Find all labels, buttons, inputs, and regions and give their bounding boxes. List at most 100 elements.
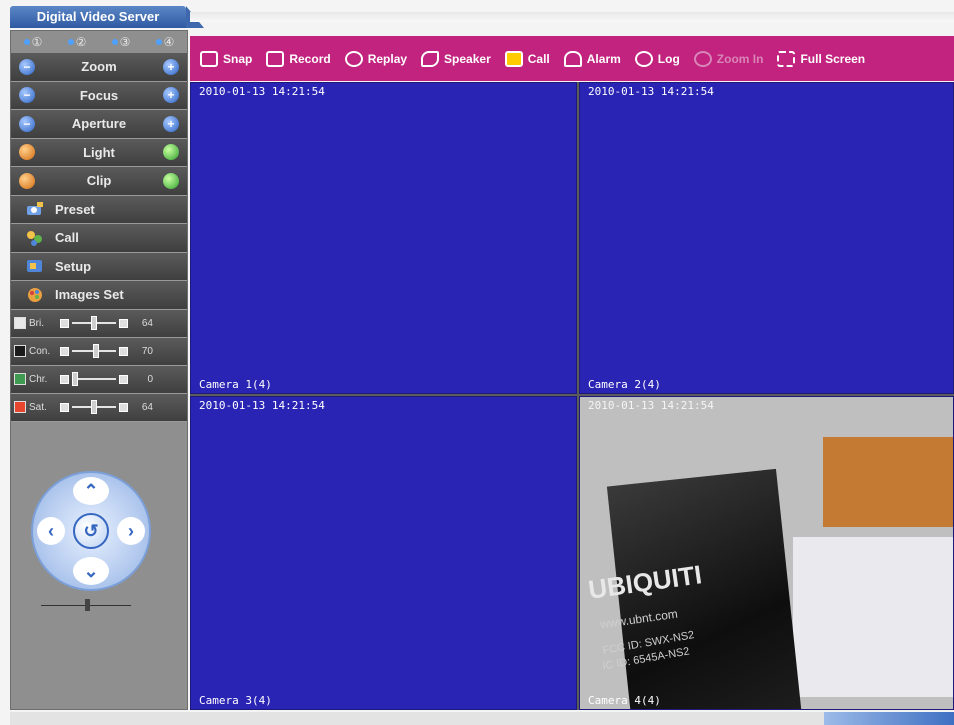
focus-label: Focus bbox=[79, 87, 119, 103]
increase-button[interactable] bbox=[119, 374, 128, 384]
brightness-icon bbox=[14, 317, 26, 329]
call-label: Call bbox=[55, 230, 79, 246]
replay-button[interactable]: Replay bbox=[344, 50, 408, 67]
snap-button[interactable]: Snap bbox=[200, 50, 253, 67]
aperture-label: Aperture bbox=[71, 116, 127, 132]
alarm-icon bbox=[563, 50, 582, 67]
zoom-in-icon bbox=[693, 50, 712, 67]
camera-label: Camera 2(4) bbox=[588, 378, 661, 391]
camera-timestamp: 2010-01-13 14:21:54 bbox=[588, 399, 714, 412]
camera-label: Camera 4(4) bbox=[588, 694, 661, 707]
call-toolbar-button[interactable]: Call bbox=[504, 50, 550, 67]
adjust-name: Chr. bbox=[29, 373, 48, 385]
decrease-button[interactable] bbox=[60, 318, 69, 328]
zoom-in-label: Zoom In bbox=[716, 51, 764, 66]
decrease-button[interactable] bbox=[60, 374, 69, 384]
camera-view-3[interactable]: 2010-01-13 14:21:54 Camera 3(4) bbox=[190, 396, 577, 710]
speaker-label: Speaker bbox=[444, 51, 491, 66]
radio-icon bbox=[67, 39, 74, 45]
decrease-button[interactable] bbox=[60, 402, 69, 412]
channel-label: ③ bbox=[119, 35, 131, 49]
chroma-slider[interactable] bbox=[72, 372, 116, 386]
preset-label: Preset bbox=[55, 201, 95, 217]
camera-view-4[interactable]: UBIQUITI www.ubnt.com FCC ID: SWX-NS2 IC… bbox=[579, 396, 954, 710]
channel-selector: ① ② ③ ④ bbox=[11, 31, 187, 53]
pan-right-button[interactable]: › bbox=[117, 517, 145, 545]
full-screen-label: Full Screen bbox=[800, 51, 866, 66]
full-screen-icon bbox=[777, 50, 796, 67]
camera-grid: 2010-01-13 14:21:54 Camera 1(4) 2010-01-… bbox=[190, 82, 954, 710]
snap-label: Snap bbox=[223, 51, 253, 66]
saturation-icon bbox=[14, 401, 26, 413]
channel-2[interactable]: ② bbox=[67, 35, 87, 49]
radio-icon bbox=[23, 39, 30, 45]
on-icon[interactable] bbox=[163, 144, 179, 161]
camera-label: Camera 3(4) bbox=[199, 694, 272, 707]
status-bar bbox=[10, 712, 954, 725]
saturation-slider[interactable] bbox=[72, 400, 116, 414]
ptz-reset-button[interactable]: ↺ bbox=[73, 513, 109, 549]
setup-button[interactable]: Setup bbox=[11, 252, 187, 281]
channel-label: ② bbox=[75, 35, 87, 49]
chroma-icon bbox=[14, 373, 26, 385]
adjust-value: 64 bbox=[141, 401, 153, 413]
camera-view-2[interactable]: 2010-01-13 14:21:54 Camera 2(4) bbox=[579, 82, 954, 394]
call-button[interactable]: Call bbox=[11, 224, 187, 253]
speaker-button[interactable]: Speaker bbox=[421, 50, 491, 67]
channel-1[interactable]: ① bbox=[23, 35, 42, 49]
minus-icon[interactable]: − bbox=[19, 87, 35, 104]
plus-icon[interactable]: + bbox=[163, 87, 179, 104]
slider-thumb[interactable] bbox=[72, 372, 78, 386]
pan-down-button[interactable]: ⌄ bbox=[73, 557, 109, 585]
increase-button[interactable] bbox=[119, 346, 128, 356]
full-screen-button[interactable]: Full Screen bbox=[777, 50, 866, 67]
off-icon[interactable] bbox=[19, 144, 35, 161]
status-accent bbox=[824, 712, 954, 725]
replay-icon bbox=[344, 50, 363, 67]
call-label: Call bbox=[527, 51, 550, 66]
radio-icon bbox=[111, 39, 118, 45]
on-icon[interactable] bbox=[163, 172, 179, 189]
toolbar: Snap Record Replay Speaker Call Alarm Lo… bbox=[190, 36, 954, 81]
images-set-button[interactable]: Images Set bbox=[11, 281, 187, 310]
slider-thumb[interactable] bbox=[92, 344, 99, 358]
slider-thumb[interactable] bbox=[85, 599, 90, 611]
call-icon bbox=[504, 50, 523, 67]
alarm-button[interactable]: Alarm bbox=[563, 50, 621, 67]
slider-thumb[interactable] bbox=[91, 400, 97, 414]
minus-icon[interactable]: − bbox=[19, 58, 35, 75]
live-feed-background bbox=[793, 537, 953, 697]
ptz-speed-slider[interactable] bbox=[41, 599, 131, 611]
camera-icon bbox=[200, 50, 218, 67]
pan-left-button[interactable]: ‹ bbox=[37, 517, 65, 545]
dvr-window: Digital Video Server ① ② ③ ④ − Zoom + − … bbox=[0, 0, 954, 725]
increase-button[interactable] bbox=[119, 402, 128, 412]
contrast-icon bbox=[14, 345, 26, 357]
brightness-slider[interactable] bbox=[72, 316, 116, 330]
preset-icon bbox=[25, 200, 45, 218]
replay-label: Replay bbox=[367, 51, 408, 66]
channel-3[interactable]: ③ bbox=[111, 35, 131, 49]
record-button[interactable]: Record bbox=[266, 50, 331, 67]
camera-view-1[interactable]: 2010-01-13 14:21:54 Camera 1(4) bbox=[190, 82, 577, 394]
contrast-slider[interactable] bbox=[72, 344, 116, 358]
pan-up-button[interactable]: ⌃ bbox=[73, 477, 109, 505]
increase-button[interactable] bbox=[119, 318, 128, 328]
adjust-name: Con. bbox=[29, 345, 51, 357]
slider-thumb[interactable] bbox=[91, 316, 97, 330]
plus-icon[interactable]: + bbox=[163, 115, 179, 132]
plus-icon[interactable]: + bbox=[163, 58, 179, 75]
focus-control: − Focus + bbox=[11, 81, 187, 110]
preset-button[interactable]: Preset bbox=[11, 195, 187, 224]
saturation-adjust: Sat. 64 bbox=[11, 393, 187, 422]
minus-icon[interactable]: − bbox=[19, 115, 35, 132]
aperture-control: − Aperture + bbox=[11, 110, 187, 139]
live-feed-background bbox=[823, 437, 953, 527]
decrease-button[interactable] bbox=[60, 346, 69, 356]
off-icon[interactable] bbox=[19, 172, 35, 189]
zoom-in-button[interactable]: Zoom In bbox=[693, 50, 764, 67]
channel-4[interactable]: ④ bbox=[155, 35, 174, 49]
chevron-left-icon: ‹ bbox=[48, 520, 54, 541]
log-button[interactable]: Log bbox=[634, 50, 680, 67]
brightness-adjust: Bri. 64 bbox=[11, 309, 187, 338]
